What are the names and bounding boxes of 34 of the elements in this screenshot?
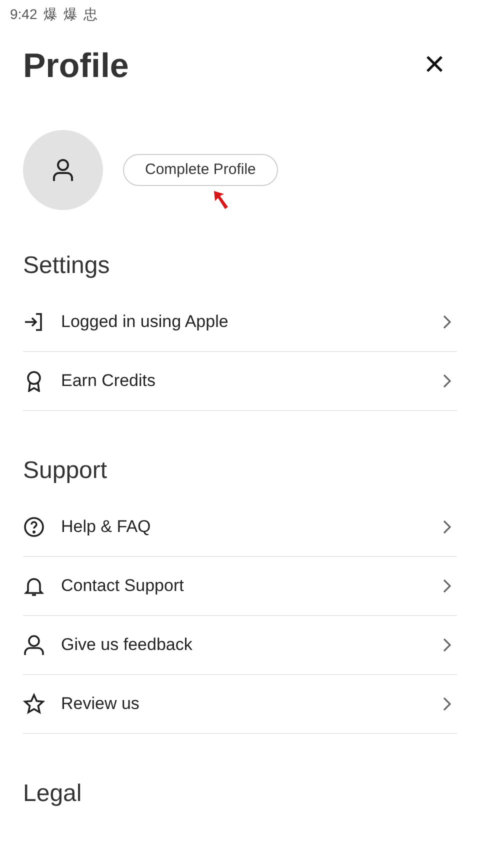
menu-item[interactable]: Give us feedback xyxy=(23,616,457,675)
menu-item[interactable]: Contact Support xyxy=(23,556,457,616)
menu-item-label: Contact Support xyxy=(61,574,184,597)
chevron-right-icon xyxy=(443,638,451,652)
notification-icon: 爆 xyxy=(43,4,58,24)
menu-item-label: Give us feedback xyxy=(61,634,192,656)
notification-icon: 忠 xyxy=(83,4,98,24)
pointer-arrow-icon xyxy=(213,190,231,210)
star-icon xyxy=(23,692,45,715)
login-icon xyxy=(23,310,45,333)
menu-item[interactable]: Review us xyxy=(23,674,457,734)
chevron-right-icon xyxy=(443,696,451,711)
chevron-right-icon xyxy=(443,314,451,329)
person-icon xyxy=(23,634,45,656)
chevron-right-icon xyxy=(443,578,451,593)
menu-item[interactable]: Logged in using Apple xyxy=(23,292,457,352)
section-heading: Legal xyxy=(22,780,83,808)
menu-item[interactable]: Earn Credits xyxy=(23,352,457,411)
person-icon xyxy=(52,158,74,182)
menu-item-label: Logged in using Apple xyxy=(61,311,228,334)
status-time: 9:42 xyxy=(10,4,38,24)
menu-item[interactable]: Help & FAQ xyxy=(23,498,457,557)
help-icon xyxy=(23,516,45,538)
notification-icon: 爆 xyxy=(63,4,78,24)
chevron-right-icon xyxy=(443,374,451,388)
chevron-right-icon xyxy=(443,520,451,534)
close-button[interactable]: × xyxy=(412,46,457,82)
menu-item-label: Earn Credits xyxy=(61,370,156,392)
section-heading: Support xyxy=(22,456,108,486)
menu-item-label: Review us xyxy=(61,692,140,715)
menu-item-label: Help & FAQ xyxy=(61,516,151,538)
complete-profile-button[interactable]: Complete Profile xyxy=(123,154,278,186)
section-heading: Settings xyxy=(22,252,111,281)
page-title: Profile xyxy=(23,46,129,87)
